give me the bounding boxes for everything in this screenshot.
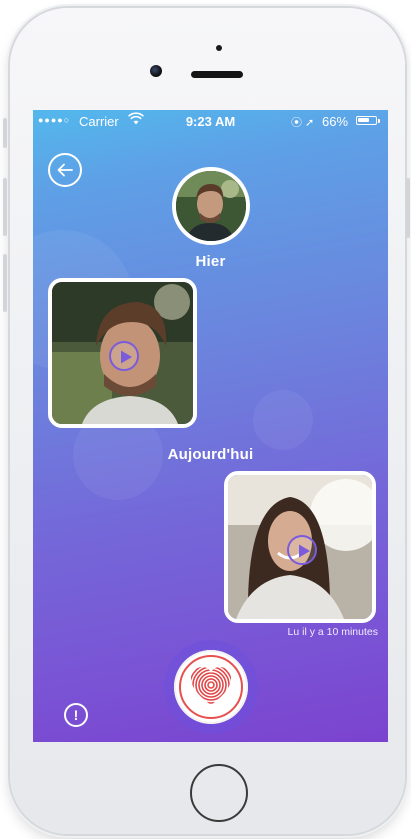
mute-switch bbox=[3, 118, 7, 148]
avatar-photo bbox=[176, 171, 246, 241]
record-button-ring bbox=[179, 655, 243, 719]
play-button[interactable] bbox=[287, 535, 317, 565]
proximity-sensor bbox=[216, 45, 222, 51]
contact-avatar[interactable] bbox=[172, 167, 250, 245]
app-screen: ●●●●○ Carrier 9:23 AM ⦿ ➚ 66% Hier Aujou… bbox=[33, 110, 388, 742]
home-button[interactable] bbox=[190, 764, 248, 822]
outgoing-video-message[interactable] bbox=[224, 471, 376, 623]
battery-tip bbox=[378, 119, 380, 123]
battery-percent: 66% bbox=[322, 114, 349, 129]
battery-level bbox=[358, 118, 369, 122]
date-separator-yesterday: Hier bbox=[195, 253, 226, 270]
play-icon bbox=[121, 350, 132, 364]
status-bar: ●●●●○ Carrier 9:23 AM ⦿ ➚ 66% bbox=[33, 110, 388, 132]
background-bokeh bbox=[253, 390, 313, 450]
info-button[interactable]: ! bbox=[64, 703, 88, 727]
battery-icon bbox=[356, 116, 377, 125]
front-camera bbox=[150, 65, 162, 77]
back-button[interactable] bbox=[48, 153, 82, 187]
incoming-video-message[interactable] bbox=[48, 278, 197, 428]
play-button[interactable] bbox=[109, 341, 139, 371]
location-icon: ⦿ ➚ bbox=[291, 117, 315, 129]
earpiece-speaker bbox=[191, 71, 243, 78]
read-receipt: Lu il y a 10 minutes bbox=[287, 626, 378, 638]
power-button bbox=[406, 178, 410, 238]
date-separator-today: Aujourd'hui bbox=[167, 446, 254, 463]
arrow-left-circle-icon bbox=[57, 163, 73, 177]
play-icon bbox=[299, 544, 310, 558]
volume-down-button bbox=[3, 254, 7, 312]
volume-up-button bbox=[3, 178, 7, 236]
